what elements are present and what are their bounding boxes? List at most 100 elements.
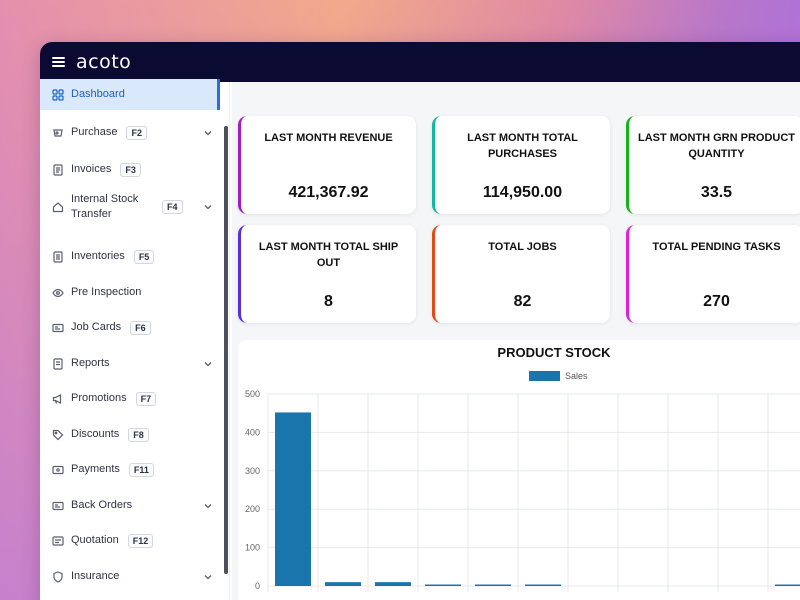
sidebar-item-label: Promotions [71, 392, 127, 404]
sidebar-scrollbar[interactable] [224, 126, 228, 574]
sidebar-item-reports[interactable]: Reports [40, 348, 220, 379]
kpi-card[interactable]: LAST MONTH TOTAL SHIP OUT 8 [238, 225, 416, 323]
inventory-icon [52, 250, 64, 263]
tag-icon [52, 429, 64, 441]
kpi-title: LAST MONTH REVENUE [264, 132, 393, 144]
eye-icon [52, 287, 64, 299]
quote-icon [52, 535, 64, 547]
kpi-card[interactable]: TOTAL JOBS 82 [432, 225, 610, 323]
sidebar-item-quotation[interactable]: Quotation F12 [40, 525, 220, 556]
grid-icon [52, 88, 64, 101]
sidebar-item-promotions[interactable]: Promotions F7 [40, 383, 220, 414]
app-window: acoto Dashboard Purchase F2 Invoices F3 Inter… [40, 42, 800, 600]
chart-plot: 0 100 200 300 400 500 [245, 389, 800, 592]
sidebar-item-dashboard[interactable]: Dashboard [40, 79, 220, 110]
y-tick-label: 0 [255, 581, 260, 591]
chevron-down-icon[interactable] [202, 127, 214, 139]
shortcut-badge: F3 [120, 162, 141, 177]
chart-bar[interactable] [375, 582, 411, 586]
megaphone-icon [52, 393, 64, 405]
kpi-card[interactable]: LAST MONTH GRN PRODUCT QUANTITY 33.5 [626, 116, 800, 214]
sidebar-item-pre-inspection[interactable]: Pre Inspection [40, 277, 220, 308]
sidebar-item-label: Invoices [71, 163, 112, 175]
kpi-title: LAST MONTH TOTAL PURCHASES [467, 132, 578, 160]
kpi-value: 114,950.00 [482, 184, 563, 201]
y-tick-label: 400 [245, 427, 260, 437]
shortcut-badge: F11 [128, 462, 154, 477]
shield-icon [52, 570, 64, 583]
chevron-down-icon[interactable] [202, 358, 214, 370]
kpi-card[interactable]: TOTAL PENDING TASKS 270 [626, 225, 800, 323]
y-tick-label: 200 [245, 504, 260, 514]
chart-bar[interactable] [775, 584, 800, 587]
wallet-icon [52, 464, 64, 476]
chart-legend[interactable]: Sales [529, 371, 588, 381]
sidebar-item-discounts[interactable]: Discounts F8 [40, 419, 220, 450]
shortcut-badge: F4 [162, 200, 183, 214]
card-icon [52, 500, 64, 512]
kpi-value: 421,367.92 [288, 184, 369, 201]
chart-bar[interactable] [525, 584, 561, 587]
kpi-card[interactable]: LAST MONTH TOTAL PURCHASES 114,950.00 [432, 116, 610, 214]
kpi-value: 33.5 [700, 184, 733, 201]
menu-icon[interactable] [52, 57, 65, 67]
sidebar-item-label: Internal Stock Transfer [71, 193, 139, 220]
y-tick-label: 300 [245, 466, 260, 476]
invoice-icon [52, 163, 64, 176]
sidebar-item-purchase[interactable]: Purchase F2 [40, 117, 220, 148]
shortcut-badge: F12 [127, 533, 154, 548]
sidebar-item-back-orders[interactable]: Back Orders [40, 490, 220, 521]
shortcut-badge: F5 [133, 249, 155, 264]
y-tick-label: 100 [245, 543, 260, 553]
sidebar-item-inventories[interactable]: Inventories F5 [40, 241, 220, 272]
kpi-card[interactable]: LAST MONTH REVENUE 421,367.92 [238, 116, 416, 214]
sidebar-item-payments[interactable]: Payments F11 [40, 454, 220, 485]
app-logo[interactable]: acoto [76, 51, 131, 73]
chart-title: PRODUCT STOCK [497, 345, 611, 360]
card-icon [52, 322, 64, 334]
kpi-title: TOTAL PENDING TASKS [652, 241, 781, 253]
y-tick-label: 500 [245, 389, 260, 399]
kpi-title: TOTAL JOBS [488, 241, 557, 253]
sidebar: Dashboard Purchase F2 Invoices F3 Internal St… [40, 79, 230, 600]
sidebar-item-label: Pre Inspection [71, 286, 142, 298]
chevron-down-icon[interactable] [202, 201, 214, 213]
purchase-icon [52, 127, 64, 139]
report-icon [52, 357, 64, 370]
sidebar-item-label: Insurance [71, 570, 120, 582]
sidebar-item-label: Payments [71, 463, 120, 475]
kpi-value: 8 [324, 293, 333, 310]
kpi-title: LAST MONTH GRN PRODUCT QUANTITY [637, 132, 796, 160]
sidebar-item-label: Dashboard [71, 88, 125, 100]
sidebar-item-label: Purchase [71, 126, 118, 138]
sidebar-item-label: Quotation [71, 534, 119, 546]
chart-bar[interactable] [325, 582, 361, 586]
kpi-title: LAST MONTH TOTAL SHIP OUT [258, 241, 399, 269]
kpi-value: 82 [513, 293, 532, 310]
sidebar-item-label: Discounts [71, 428, 120, 440]
shortcut-badge: F6 [130, 320, 151, 335]
sidebar-item-insurance[interactable]: Insurance [40, 561, 220, 592]
sidebar-item-job-cards[interactable]: Job Cards F6 [40, 312, 220, 343]
top-bar: acoto [40, 42, 800, 82]
chevron-down-icon[interactable] [202, 571, 214, 583]
shortcut-badge: F7 [135, 391, 157, 406]
shortcut-badge: F2 [126, 125, 147, 140]
kpi-value: 270 [703, 293, 730, 310]
sidebar-item-label: Job Cards [71, 321, 122, 333]
product-stock-chart: PRODUCT STOCK Sales 0 100 200 300 400 500 [238, 340, 800, 600]
chevron-down-icon[interactable] [202, 500, 214, 512]
sidebar-item-invoices[interactable]: Invoices F3 [40, 154, 220, 185]
dashboard-main: LAST MONTH REVENUE 421,367.92 LAST MONTH T… [232, 82, 800, 600]
chart-bar[interactable] [475, 584, 511, 587]
sidebar-item-label: Back Orders [71, 499, 133, 511]
shortcut-badge: F8 [128, 427, 149, 442]
sidebar-item-label: Inventories [71, 250, 125, 262]
legend-label: Sales [565, 371, 588, 381]
chart-bar[interactable] [425, 584, 461, 587]
chart-bar[interactable] [275, 412, 311, 586]
legend-swatch [529, 371, 560, 381]
sidebar-item-internal-stock-transfer[interactable]: Internal Stock Transfer F4 [40, 190, 220, 224]
home-icon [52, 201, 64, 213]
sidebar-item-label: Reports [71, 357, 110, 369]
